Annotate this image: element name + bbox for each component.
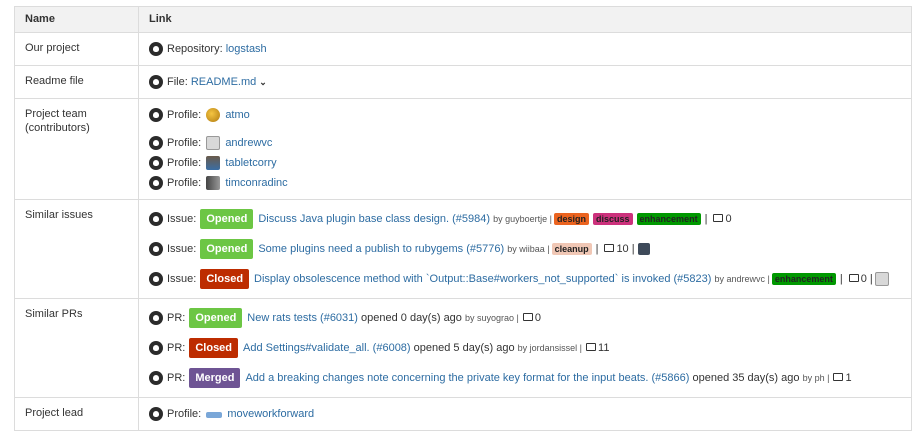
profile-link[interactable]: tabletcorry — [225, 157, 276, 169]
header-link: Link — [138, 6, 912, 33]
label-tag: cleanup — [551, 243, 592, 255]
profile-link[interactable]: andrewvc — [225, 137, 272, 149]
profile-link[interactable]: timconradinc — [225, 177, 287, 189]
label-tag: enhancement — [771, 273, 836, 285]
row-project: Our project Repository: logstash — [14, 32, 912, 66]
comment-icon — [586, 343, 597, 351]
pr-link[interactable]: New rats tests (#6031) — [247, 312, 358, 324]
github-icon — [149, 136, 163, 150]
issue-author: by wiibaa | — [507, 244, 550, 254]
profile-link[interactable]: moveworkforward — [227, 408, 314, 420]
avatar — [206, 176, 221, 190]
github-icon — [149, 42, 163, 56]
pr-prefix: PR: — [167, 342, 186, 354]
issue-link[interactable]: Display obsolescence method with `Output… — [254, 273, 711, 285]
status-badge: Opened — [200, 209, 254, 229]
avatar — [206, 156, 221, 170]
github-icon — [149, 212, 163, 226]
status-badge: Opened — [200, 239, 254, 259]
issue-link[interactable]: Some plugins need a publish to rubygems … — [258, 243, 504, 255]
github-icon — [149, 176, 163, 190]
label-tag: enhancement — [636, 213, 701, 225]
github-icon — [149, 311, 163, 325]
pr-author: by ph | — [802, 373, 830, 383]
avatar — [874, 272, 889, 286]
comment-count: 1 — [845, 372, 852, 384]
status-badge: Opened — [189, 308, 243, 328]
row-lead: Project lead Profile: moveworkforward — [14, 397, 912, 431]
row-label: Readme file — [14, 65, 139, 99]
row-prs: Similar PRs PR: Opened New rats tests (#… — [14, 298, 912, 398]
readme-link[interactable]: README.md — [191, 76, 256, 88]
comment-count: 0 | — [860, 273, 873, 285]
issue-author: by guyboertje | — [493, 214, 552, 224]
pr-link[interactable]: Add Settings#validate_all. (#6008) — [243, 342, 411, 354]
comment-icon — [604, 244, 615, 252]
pr-link[interactable]: Add a breaking changes note concerning t… — [245, 372, 689, 384]
avatar — [206, 108, 221, 122]
row-label: Our project — [14, 32, 139, 66]
comment-count: 11 — [598, 342, 610, 354]
profile-prefix: Profile: — [167, 177, 202, 189]
header-row: Name Link — [14, 6, 912, 33]
status-badge: Merged — [189, 368, 241, 388]
status-badge: Closed — [189, 338, 239, 358]
comment-icon — [522, 313, 533, 321]
issue-author: by andrewvc | — [714, 274, 770, 284]
separator: | — [595, 243, 599, 255]
comment-icon — [848, 274, 859, 282]
header-name: Name — [14, 6, 139, 33]
github-icon — [149, 242, 163, 256]
pr-opened: opened 35 day(s) ago — [692, 372, 800, 384]
avatar — [206, 136, 221, 150]
comment-icon — [713, 214, 724, 222]
github-icon — [149, 108, 163, 122]
separator: | — [704, 213, 708, 225]
github-icon — [149, 371, 163, 385]
pr-prefix: PR: — [167, 312, 186, 324]
repository-link[interactable]: logstash — [226, 43, 267, 55]
row-issues: Similar issues Issue: Opened Discuss Jav… — [14, 199, 912, 299]
label-tag: design — [554, 213, 590, 225]
issue-link[interactable]: Discuss Java plugin base class design. (… — [258, 213, 490, 225]
row-label: Project lead — [14, 397, 139, 431]
row-team: Project team (contributors) Profile: atm… — [14, 98, 912, 200]
issue-prefix: Issue: — [167, 273, 197, 285]
separator: | — [839, 273, 843, 285]
profile-prefix: Profile: — [167, 157, 202, 169]
comment-count: 10 | — [616, 243, 635, 255]
avatar — [206, 412, 223, 418]
comment-count: 0 — [534, 312, 541, 324]
comment-icon — [833, 373, 844, 381]
github-icon — [149, 75, 163, 89]
status-badge: Closed — [200, 269, 250, 289]
github-icon — [149, 341, 163, 355]
row-label: Similar issues — [14, 199, 139, 299]
row-label: Similar PRs — [14, 298, 139, 398]
pr-prefix: PR: — [167, 372, 186, 384]
profile-prefix: Profile: — [167, 408, 202, 420]
repository-prefix: Repository: — [167, 43, 223, 55]
pr-author: by suyograo | — [465, 313, 519, 323]
github-icon — [149, 156, 163, 170]
issue-prefix: Issue: — [167, 213, 197, 225]
pr-opened: opened 0 day(s) ago — [361, 312, 462, 324]
row-readme: Readme file File: README.md ⌄ — [14, 65, 912, 99]
profile-link[interactable]: atmo — [225, 109, 249, 121]
profile-prefix: Profile: — [167, 109, 202, 121]
avatar — [637, 243, 650, 255]
label-tag: discuss — [593, 213, 633, 225]
github-icon — [149, 272, 163, 286]
project-info-table: Name Link Our project Repository: logsta… — [14, 6, 912, 431]
row-label: Project team (contributors) — [14, 98, 139, 200]
profile-prefix: Profile: — [167, 137, 202, 149]
pr-opened: opened 5 day(s) ago — [413, 342, 515, 354]
github-icon — [149, 407, 163, 421]
file-prefix: File: — [167, 76, 188, 88]
pr-author: by jordansissel | — [517, 343, 583, 353]
issue-prefix: Issue: — [167, 243, 197, 255]
comment-count: 0 — [725, 213, 732, 225]
chevron-down-icon[interactable]: ⌄ — [259, 77, 267, 88]
